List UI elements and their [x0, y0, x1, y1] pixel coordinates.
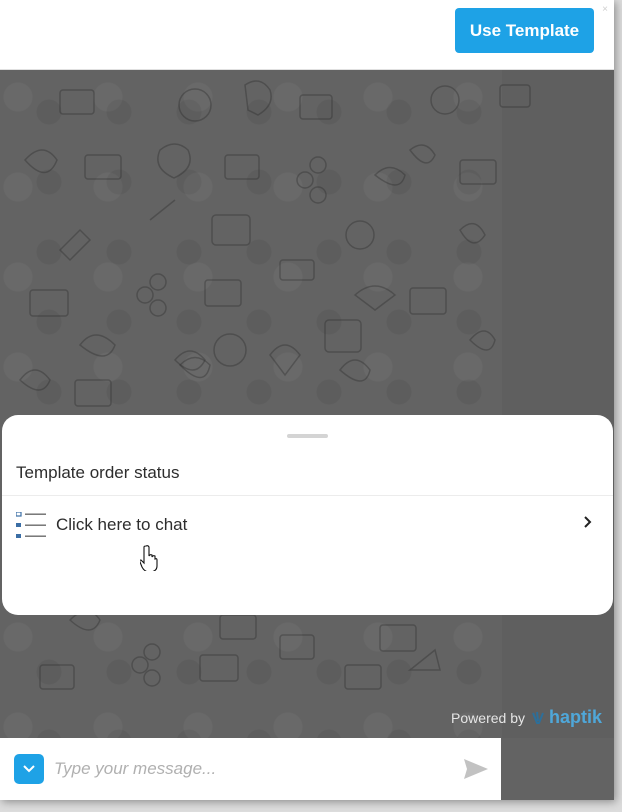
- use-template-button[interactable]: Use Template: [455, 8, 594, 53]
- list-icon: [16, 512, 46, 538]
- message-composer: [0, 738, 501, 800]
- sheet-title: Template order status: [16, 463, 180, 482]
- brand-logo[interactable]: haptik: [530, 707, 602, 728]
- divider: [2, 495, 613, 496]
- chat-background: [0, 70, 614, 738]
- widget-header: Use Template ×: [0, 0, 614, 70]
- send-icon[interactable]: [463, 758, 489, 780]
- bottom-sheet: Template order status Click here to chat: [2, 415, 613, 615]
- drag-handle[interactable]: [287, 434, 328, 438]
- chat-widget: Use Template × Template order status Cli…: [0, 0, 614, 800]
- message-input[interactable]: [54, 754, 444, 784]
- powered-by-label: Powered by: [451, 709, 525, 726]
- brand-name: haptik: [548, 707, 602, 727]
- chevron-down-icon: [23, 765, 35, 773]
- powered-by: Powered by haptik: [451, 707, 602, 728]
- chat-item-label: Click here to chat: [56, 515, 188, 534]
- close-icon[interactable]: ×: [602, 4, 608, 15]
- hand-icon: [532, 711, 544, 724]
- composer-gutter: [501, 738, 614, 800]
- doodle-pattern: [18, 80, 531, 690]
- hand-pointer-icon: [140, 545, 158, 571]
- click-here-to-chat-item[interactable]: Click here to chat: [2, 497, 613, 551]
- composer-toggle-button[interactable]: [14, 754, 44, 784]
- chevron-right-icon: [584, 516, 592, 528]
